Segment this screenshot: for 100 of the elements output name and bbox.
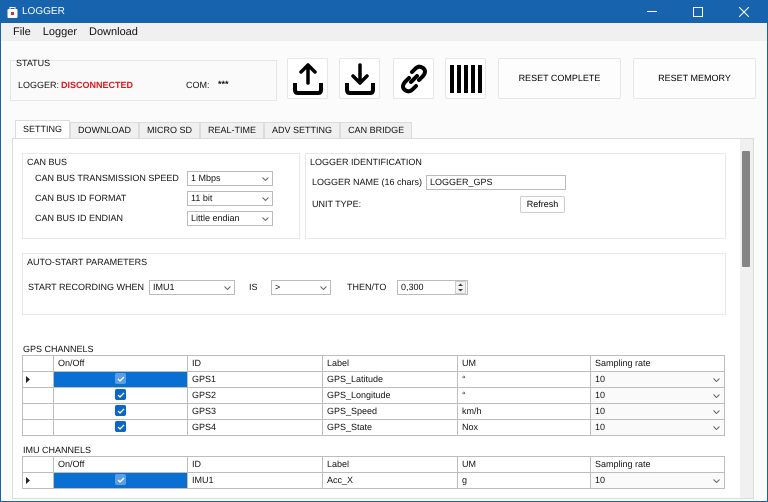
field-label: LOGGER NAME (16 chars)	[312, 176, 424, 189]
tab[interactable]: REAL-TIME	[200, 122, 264, 138]
tab[interactable]: DOWNLOAD	[70, 122, 140, 138]
checkbox[interactable]	[115, 421, 126, 432]
caret-icon	[320, 286, 327, 290]
download-icon	[342, 62, 376, 96]
table-cell: GPS1	[188, 372, 322, 388]
table-cell: GPS2	[188, 388, 322, 404]
dropdown-cell[interactable]: 10	[590, 388, 724, 404]
status-title: STATUS	[16, 57, 50, 70]
spinner-arrows-icon[interactable]	[455, 281, 466, 294]
table-cell: Acc_X	[322, 472, 458, 488]
dropdown-cell[interactable]: 10	[590, 472, 724, 488]
table-cell: km/h	[458, 404, 590, 420]
caret-icon	[713, 378, 720, 382]
field-label: IS	[249, 280, 259, 294]
column-header[interactable]: Label	[322, 456, 458, 472]
group-title: AUTO-START PARAMETERS	[27, 256, 148, 269]
dropdown[interactable]: 1 Mbps	[187, 171, 273, 186]
table-cell: GPS_State	[322, 420, 458, 436]
table-cell: GPS_Longitude	[322, 388, 458, 404]
group-title: CAN BUS	[27, 156, 68, 169]
tab[interactable]: MICRO SD	[139, 122, 200, 138]
column-header[interactable]: Sampling rate	[590, 356, 724, 372]
com-value: ***	[218, 78, 229, 91]
table-cell: °	[458, 372, 590, 388]
dropdown[interactable]: Little endian	[187, 211, 273, 226]
tab[interactable]: CAN BRIDGE	[340, 122, 412, 138]
window-title: LOGGER	[22, 5, 66, 19]
checkbox-cell[interactable]	[54, 388, 188, 404]
table-cell: IMU1	[188, 472, 322, 488]
column-header[interactable]: Sampling rate	[590, 456, 724, 472]
dropdown-cell[interactable]: 10	[590, 372, 724, 388]
checkbox[interactable]	[115, 474, 126, 486]
tab[interactable]: SETTING	[15, 120, 70, 138]
refresh-button[interactable]: Refresh	[520, 196, 565, 213]
field-label: CAN BUS TRANSMISSION SPEED	[35, 172, 180, 185]
table-cell: GPS3	[188, 404, 322, 420]
logger-label: LOGGER:	[18, 79, 60, 92]
com-label: COM:	[186, 79, 210, 92]
tab[interactable]: ADV SETTING	[264, 122, 340, 138]
download-button[interactable]	[339, 58, 380, 99]
column-header[interactable]: ID	[188, 456, 322, 472]
reset-button[interactable]: RESET MEMORY	[633, 58, 756, 99]
dropdown-cell[interactable]: 10	[590, 420, 724, 436]
field-label: START RECORDING WHEN	[28, 280, 146, 294]
scrollbar[interactable]	[740, 139, 753, 498]
column-header[interactable]: UM	[458, 456, 590, 472]
field-label: CAN BUS ID FORMAT	[35, 192, 128, 205]
table-cell: °	[458, 388, 590, 404]
upload-icon	[290, 62, 324, 96]
table-cell: GPS_Speed	[322, 404, 458, 420]
caret-icon	[713, 478, 720, 482]
maximize-icon	[693, 6, 703, 16]
table-cell: GPS4	[188, 420, 322, 436]
field-label: THEN/TO	[347, 280, 388, 294]
table-cell: g	[458, 472, 590, 488]
caret-icon	[713, 410, 720, 414]
checkbox-cell[interactable]	[54, 372, 188, 388]
group-title: LOGGER IDENTIFICATION	[310, 156, 422, 169]
caret-icon	[262, 196, 269, 200]
app-icon	[7, 6, 18, 18]
table-cell: Nox	[458, 420, 590, 436]
caret-icon	[713, 426, 720, 430]
dropdown[interactable]: >	[271, 280, 331, 295]
checkbox-cell[interactable]	[54, 404, 188, 420]
column-header[interactable]: ID	[188, 356, 322, 372]
section-title: IMU CHANNELS	[23, 444, 92, 456]
column-header[interactable]: UM	[458, 356, 590, 372]
checkbox-cell[interactable]	[54, 420, 188, 436]
logger-status: DISCONNECTED	[61, 79, 134, 92]
barcode-button[interactable]	[445, 58, 486, 99]
close-icon	[739, 6, 749, 16]
link-button[interactable]	[393, 58, 434, 99]
section-title: GPS CHANNELS	[23, 343, 95, 355]
column-header[interactable]: On/Off	[54, 456, 188, 472]
upload-button[interactable]	[287, 58, 328, 99]
column-header[interactable]: Label	[322, 356, 458, 372]
field-label: UNIT TYPE:	[312, 198, 362, 211]
checkbox[interactable]	[115, 405, 126, 416]
checkbox-cell[interactable]	[54, 472, 188, 488]
menu-item[interactable]: Logger	[36, 24, 83, 40]
column-header[interactable]: On/Off	[54, 356, 188, 372]
caret-icon	[262, 176, 269, 180]
checkbox[interactable]	[115, 389, 126, 400]
table-cell: GPS_Latitude	[322, 372, 458, 388]
reset-button[interactable]: RESET COMPLETE	[498, 58, 621, 99]
caret-icon	[262, 216, 269, 220]
dropdown[interactable]: 11 bit	[187, 191, 273, 206]
menu-item[interactable]: Download	[83, 24, 144, 40]
name-field[interactable]: LOGGER_GPS	[426, 175, 566, 190]
dropdown-cell[interactable]: 10	[590, 404, 724, 420]
minimize-icon	[647, 11, 657, 12]
menu-item[interactable]: File	[7, 24, 37, 40]
number-spinner[interactable]: 0,300	[397, 280, 468, 295]
caret-icon	[224, 286, 231, 290]
caret-icon	[713, 394, 720, 398]
scrollbar-thumb[interactable]	[742, 151, 750, 267]
dropdown[interactable]: IMU1	[149, 280, 235, 295]
checkbox[interactable]	[115, 373, 126, 384]
